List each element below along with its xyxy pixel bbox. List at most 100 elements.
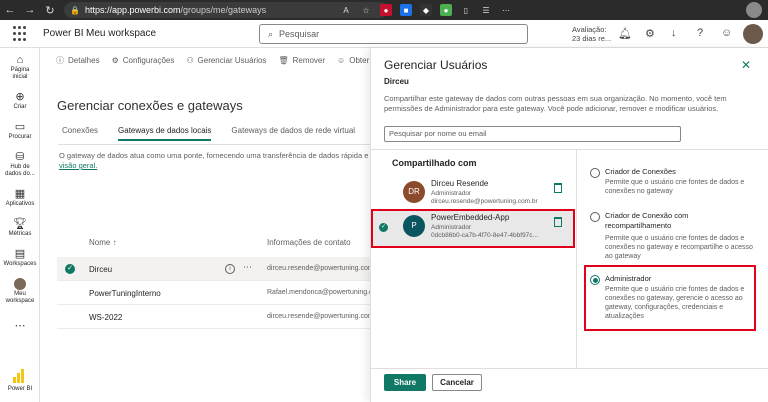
- feedback-icon[interactable]: ☺: [721, 27, 732, 39]
- manage-users-button[interactable]: ⚇ Gerenciar Usuários: [186, 56, 266, 65]
- tab-vnet-gateways[interactable]: Gateways de dados de rede virtual: [231, 126, 355, 141]
- selected-check-icon[interactable]: ✓: [379, 223, 388, 232]
- download-icon[interactable]: ↓: [671, 27, 677, 39]
- power-bi-logo-icon: [13, 369, 27, 383]
- my-workspace-avatar: [14, 278, 26, 290]
- app-header: Power BI Meu workspace ⌕ Pesquisar Avali…: [0, 20, 768, 48]
- table-row[interactable]: ✓ Dirceu i ⋯ dirceu.resende@powertuning.…: [57, 257, 382, 281]
- nav-my-workspace[interactable]: Meu workspace: [0, 278, 40, 305]
- data-hub-icon: ⛁: [15, 151, 25, 163]
- shared-user-item[interactable]: DR Dirceu Resende Administrador dirceu.r…: [371, 176, 575, 212]
- nav-home[interactable]: ⌂ Página inicial: [0, 54, 40, 81]
- gateway-name: WS-2022: [89, 313, 123, 322]
- collections-icon[interactable]: ☰: [480, 4, 492, 16]
- share-button[interactable]: Share: [384, 374, 426, 391]
- app-launcher-icon[interactable]: [13, 26, 29, 42]
- settings-button[interactable]: ⚙ Configurações: [112, 56, 175, 65]
- nav-apps[interactable]: ▦ Aplicativos: [0, 188, 40, 208]
- tab-divider: [58, 144, 370, 145]
- panel-gateway-name: Dirceu: [384, 77, 409, 86]
- gateway-name: Dirceu: [89, 265, 113, 274]
- gear-icon: ⚙: [111, 55, 119, 65]
- main-content: ⓘ Detalhes ⚙ Configurações ⚇ Gerenciar Usuá…: [40, 48, 391, 402]
- nav-workspaces[interactable]: ▤ Workspaces: [0, 248, 40, 268]
- browser-toolbar: ← → ↻ 🔒 https://app.powerbi.com/groups/m…: [0, 0, 768, 20]
- forward-icon[interactable]: →: [20, 0, 40, 20]
- nav-metrics[interactable]: 🏆︎ Métricas: [0, 218, 40, 238]
- delete-icon[interactable]: [554, 217, 562, 227]
- cancel-button[interactable]: Cancelar: [432, 374, 482, 391]
- gateway-contact: dirceu.resende@powertuning.com.br: [267, 265, 382, 272]
- nav-power-bi[interactable]: Power BI: [0, 386, 40, 393]
- extension-dark-icon[interactable]: ◆: [420, 4, 432, 16]
- brand-name[interactable]: Power BI: [43, 28, 84, 39]
- table-row[interactable]: WS-2022 dirceu.resende@powertuning.com.b…: [57, 305, 382, 329]
- user-search-input[interactable]: Pesquisar por nome ou email: [384, 126, 681, 142]
- extension-green-icon[interactable]: ●: [440, 4, 452, 16]
- shared-user-email: 0dcb86b0-ca7b-4f70-8e47-4bbf97c...: [431, 232, 538, 239]
- plus-icon: ⊕: [15, 91, 25, 103]
- delete-icon[interactable]: [554, 183, 562, 193]
- overview-link[interactable]: visão geral.: [59, 161, 97, 170]
- nav-more[interactable]: ⋯: [0, 320, 40, 333]
- extension-red-icon[interactable]: ●: [380, 4, 392, 16]
- settings-icon[interactable]: ⚙: [645, 27, 655, 40]
- shared-user-name: PowerEmbedded-App: [431, 213, 510, 222]
- radio-button-selected[interactable]: [590, 275, 600, 285]
- nav-create[interactable]: ⊕ Criar: [0, 91, 40, 111]
- tab-list: Conexões Gateways de dados locais Gatewa…: [62, 126, 355, 141]
- remove-button[interactable]: 🗑︎ Remover: [278, 56, 325, 65]
- details-button[interactable]: ⓘ Detalhes: [56, 55, 100, 66]
- panel-title: Gerenciar Usuários: [384, 58, 488, 72]
- trash-icon: 🗑︎: [278, 55, 289, 65]
- help-icon[interactable]: ?: [697, 27, 703, 39]
- table-row[interactable]: PowerTuningInterno Rafael.mendonca@power…: [57, 281, 390, 305]
- users-icon: ⚇: [186, 55, 194, 65]
- panel-footer-divider: [371, 368, 768, 369]
- shared-user-item[interactable]: ✓ P PowerEmbedded-App Administrador 0dcb…: [371, 210, 575, 246]
- manage-users-panel: Gerenciar Usuários ✕ Dirceu Compartilhar…: [370, 48, 768, 402]
- nav-data-hub[interactable]: ⛁ Hub de dados do...: [0, 151, 40, 178]
- tab-on-premises-gateways[interactable]: Gateways de dados locais: [118, 126, 212, 141]
- user-avatar[interactable]: [743, 24, 763, 44]
- reader-icon[interactable]: A: [340, 4, 352, 16]
- trophy-icon: 🏆︎: [13, 218, 27, 230]
- favorite-icon[interactable]: ☆: [360, 4, 372, 16]
- browser-extensions: A ☆ ● ■ ◆ ● ▯ ☰ ⋯: [340, 3, 512, 17]
- radio-button[interactable]: [590, 212, 600, 222]
- shared-with-heading: Compartilhado com: [392, 158, 477, 168]
- workspace-breadcrumb[interactable]: Meu workspace: [86, 28, 156, 39]
- tab-connections[interactable]: Conexões: [62, 126, 98, 141]
- nav-browse[interactable]: ▭ Procurar: [0, 121, 40, 141]
- gateway-toolbar: ⓘ Detalhes ⚙ Configurações ⚇ Gerenciar Usuá…: [56, 53, 391, 67]
- panel-column-divider: [576, 150, 577, 368]
- notifications-icon[interactable]: 🔔︎: [618, 27, 632, 40]
- selected-check-icon[interactable]: ✓: [65, 264, 75, 274]
- browser-more-icon[interactable]: ⋯: [500, 4, 512, 16]
- more-icon: ⋯: [14, 320, 26, 332]
- browser-profile-avatar[interactable]: [746, 2, 762, 18]
- column-header-contact[interactable]: Informações de contato: [267, 238, 351, 247]
- more-options-icon[interactable]: ⋯: [243, 262, 252, 273]
- split-screen-icon[interactable]: ▯: [460, 4, 472, 16]
- home-icon: ⌂: [16, 54, 24, 66]
- page-description: O gateway de dados atua como uma ponte, …: [59, 151, 369, 160]
- page-title: Gerenciar conexões e gateways: [57, 98, 243, 113]
- info-icon[interactable]: i: [225, 264, 235, 274]
- radio-button[interactable]: [590, 168, 600, 178]
- url-host: https://app.powerbi.com: [84, 5, 181, 15]
- left-navigation: ⌂ Página inicial ⊕ Criar ▭ Procurar ⛁ Hu…: [0, 48, 40, 402]
- table-header: Nome ↑ Informações de contato: [57, 238, 370, 252]
- column-header-name[interactable]: Nome ↑: [89, 238, 117, 247]
- info-icon: ⓘ: [56, 55, 64, 65]
- refresh-icon[interactable]: ↻: [40, 0, 60, 20]
- user-initials-avatar: DR: [403, 181, 425, 203]
- back-icon[interactable]: ←: [0, 0, 20, 20]
- trial-label: Avaliação:: [572, 25, 607, 34]
- trial-status[interactable]: Avaliação: 23 dias re...: [572, 25, 611, 43]
- extension-blue-icon[interactable]: ■: [400, 4, 412, 16]
- url-path: /groups/me/gateways: [180, 5, 267, 15]
- close-icon[interactable]: ✕: [741, 58, 751, 72]
- global-search-input[interactable]: ⌕ Pesquisar: [259, 24, 528, 44]
- role-description: Permite que o usuário crie fontes de dad…: [605, 235, 753, 260]
